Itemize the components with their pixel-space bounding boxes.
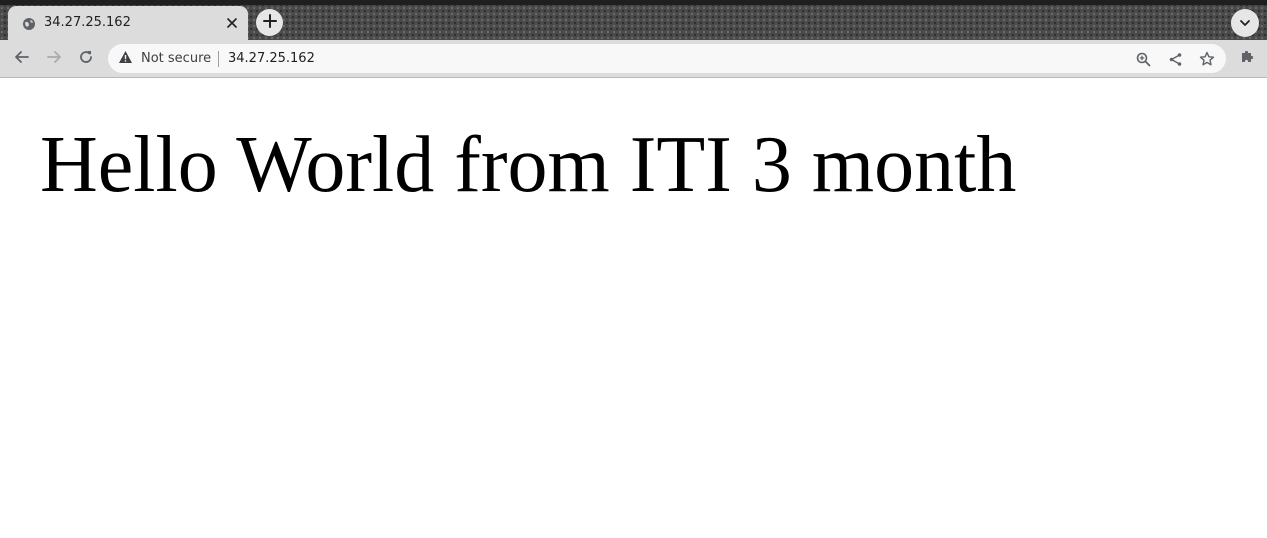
puzzle-icon xyxy=(1239,49,1255,69)
tab-strip: 34.27.25.162 xyxy=(0,0,1267,42)
close-icon[interactable] xyxy=(224,15,240,31)
security-label: Not secure xyxy=(141,51,212,66)
zoom-in-icon[interactable] xyxy=(1134,50,1152,68)
browser-window: 34.27.25.162 Not secure 34.27.25.162 Hel… xyxy=(0,0,1267,538)
tab-title: 34.27.25.162 xyxy=(44,15,131,30)
tab-search-button[interactable] xyxy=(1231,9,1259,37)
url-input[interactable] xyxy=(228,49,1028,68)
reload-button[interactable] xyxy=(74,47,98,71)
reload-icon xyxy=(78,49,94,69)
warning-icon xyxy=(118,49,133,68)
page-heading: Hello World from ITI 3 month xyxy=(40,121,1017,209)
extensions-button[interactable] xyxy=(1237,49,1257,69)
tab-active[interactable]: 34.27.25.162 xyxy=(8,6,248,42)
back-button[interactable] xyxy=(10,47,34,71)
star-icon[interactable] xyxy=(1198,50,1216,68)
chevron-down-icon xyxy=(1239,14,1251,33)
omnibox[interactable]: Not secure xyxy=(108,44,1226,73)
arrow-right-icon xyxy=(46,49,62,69)
security-chip[interactable]: Not secure xyxy=(118,44,211,73)
new-tab-button[interactable] xyxy=(256,9,283,36)
tab-strip-top-edge xyxy=(0,0,1267,5)
globe-icon xyxy=(22,16,36,30)
toolbar: Not secure xyxy=(0,40,1267,78)
plus-icon xyxy=(262,13,277,32)
forward-button[interactable] xyxy=(42,47,66,71)
omnibox-divider xyxy=(218,51,219,67)
page-viewport: Hello World from ITI 3 month xyxy=(0,78,1267,538)
arrow-left-icon xyxy=(14,49,30,69)
share-icon[interactable] xyxy=(1166,50,1184,68)
